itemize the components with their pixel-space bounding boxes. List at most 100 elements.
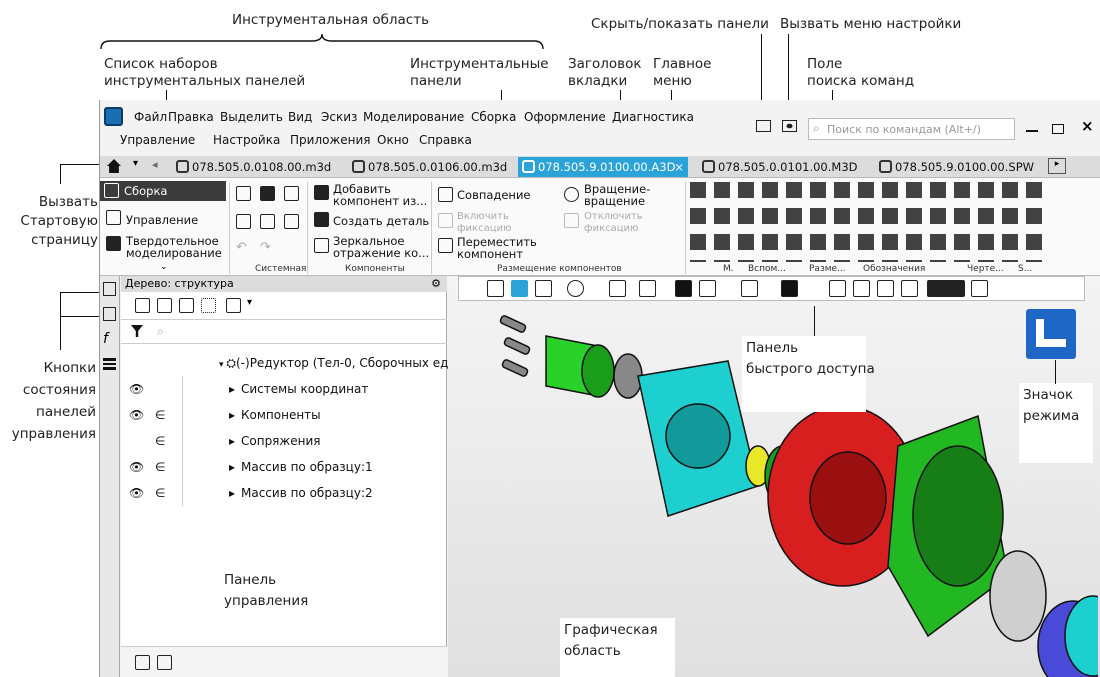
qat-icon[interactable] [699, 280, 716, 297]
rotation-button[interactable]: Вращение- вращение [584, 183, 650, 207]
expand-icon[interactable]: ▸ [229, 402, 235, 428]
close-button[interactable]: × [1081, 117, 1094, 135]
menu-manage[interactable]: Управление [120, 133, 195, 147]
save-icon[interactable] [284, 186, 299, 201]
tree-item[interactable]: 👁 ∈ ▸ Массив по образцу:1 [121, 454, 447, 480]
properties-tab-icon[interactable] [157, 655, 172, 670]
qat-icon[interactable] [639, 280, 656, 297]
ribbon-set-manage[interactable]: Управление [126, 214, 198, 226]
tree-tab-icon[interactable] [135, 655, 150, 670]
qat-icon[interactable] [971, 280, 988, 297]
mirror-component-icon[interactable] [314, 238, 329, 253]
tree-view-icon[interactable] [135, 298, 150, 313]
tab-document[interactable]: 078.505.0.0108.00.m3d [172, 157, 331, 177]
menu-diagnostics[interactable]: Диагностика [612, 110, 694, 124]
structure-view-icon[interactable] [157, 298, 172, 313]
menu-view[interactable]: Вид [288, 110, 312, 124]
tree-settings-icon[interactable]: ⚙ [431, 276, 441, 292]
menu-settings[interactable]: Настройка [213, 133, 280, 147]
tab-document-active[interactable]: 078.505.9.0100.00.A3D × [518, 157, 688, 177]
print-icon[interactable] [236, 214, 251, 229]
qat-icon[interactable] [741, 280, 758, 297]
visibility-icon[interactable]: 👁 [129, 402, 144, 428]
component-view-icon[interactable] [179, 298, 194, 313]
create-part-icon[interactable] [314, 212, 329, 227]
hide-show-panels-icon[interactable] [756, 120, 771, 132]
save-as-icon[interactable] [284, 214, 299, 229]
menu-edit[interactable]: Правка [168, 110, 214, 124]
search-input[interactable]: ⌕ Поиск по командам (Alt+/) [808, 118, 1015, 140]
redo-icon[interactable]: ↷ [260, 240, 271, 255]
minimize-button[interactable] [1026, 130, 1038, 132]
ribbon-set-assembly[interactable]: Сборка [100, 181, 226, 201]
qat-icon[interactable] [609, 280, 626, 297]
new-document-icon[interactable] [236, 186, 251, 201]
tree-root[interactable]: ▾ ⛭(-)Редуктор (Тел-0, Сборочных едини [121, 350, 472, 376]
tab-close-icon[interactable]: × [674, 157, 684, 177]
tree-state-icon[interactable] [103, 282, 116, 296]
expand-icon[interactable]: ▸ [229, 454, 235, 480]
filter-icon[interactable] [927, 280, 965, 297]
expand-icon[interactable]: ▸ [229, 428, 235, 454]
add-component-icon[interactable] [314, 185, 329, 200]
filter-view-icon[interactable] [226, 298, 241, 313]
tree-item[interactable]: 👁 ∈ ▸ Массив по образцу:2 [121, 480, 447, 506]
create-part-button[interactable]: Создать деталь [333, 215, 429, 227]
tab-document[interactable]: 078.505.9.0100.00.SPW [875, 157, 1035, 177]
qat-icon[interactable] [877, 280, 894, 297]
maximize-button[interactable] [1052, 124, 1064, 134]
tree-search-icon[interactable]: ⌕ [157, 324, 164, 339]
include-icon[interactable]: ∈ [155, 428, 165, 454]
open-folder-icon[interactable] [260, 186, 275, 201]
qat-icon[interactable] [511, 280, 528, 297]
display-mode-icon[interactable] [781, 280, 798, 297]
menu-apps[interactable]: Приложения [290, 133, 371, 147]
variables-state-icon[interactable]: f [103, 331, 108, 347]
sets-expand-icon[interactable]: ⌄ [160, 262, 168, 272]
properties-state-icon[interactable] [103, 307, 116, 321]
qat-icon[interactable] [535, 280, 552, 297]
disable-fix-button[interactable]: Отключить фиксацию [584, 211, 643, 235]
tab-document[interactable]: 078.505.0.0106.00.m3d [348, 157, 507, 177]
tabs-scroll-right-icon[interactable]: ▸ [1048, 158, 1066, 174]
move-component-icon[interactable] [438, 238, 453, 253]
menu-state-icon[interactable] [103, 358, 116, 370]
undo-icon[interactable]: ↶ [236, 240, 247, 255]
expand-icon[interactable]: ▸ [229, 480, 235, 506]
menu-drafting[interactable]: Оформление [524, 110, 606, 124]
menu-file[interactable]: Файл [134, 110, 167, 124]
include-icon[interactable]: ∈ [155, 480, 165, 506]
tree-item[interactable]: 👁 ▸ Системы координат [121, 376, 447, 402]
expand-icon[interactable]: ▸ [229, 376, 235, 402]
visibility-icon[interactable]: 👁 [129, 480, 144, 506]
tabs-scroll-left-icon[interactable]: ◂ [152, 158, 158, 171]
menu-help[interactable]: Справка [419, 133, 472, 147]
ribbon-set-solid-modeling[interactable]: Твердотельное моделирование [126, 235, 222, 259]
coincidence-button[interactable]: Совпадение [457, 189, 531, 201]
rotation-icon[interactable] [564, 187, 579, 202]
menu-select[interactable]: Выделить [220, 110, 283, 124]
mirror-component-button[interactable]: Зеркальное отражение ко... [333, 235, 429, 259]
view-orientation-icon[interactable] [675, 280, 692, 297]
visibility-icon[interactable]: 👁 [129, 376, 144, 402]
visibility-icon[interactable]: 👁 [129, 454, 144, 480]
enable-fix-button[interactable]: Включить фиксацию [457, 211, 511, 235]
move-component-button[interactable]: Переместить компонент [457, 236, 537, 260]
filter-icon[interactable] [131, 325, 143, 337]
grid-view-icon[interactable] [201, 298, 216, 313]
tree-item[interactable]: 👁 ∈ ▸ Компоненты [121, 402, 447, 428]
coincidence-icon[interactable] [438, 187, 453, 202]
tab-document[interactable]: 078.505.0.0101.00.M3D [698, 157, 858, 177]
menu-modeling[interactable]: Моделирование [363, 110, 464, 124]
tabs-dropdown-icon[interactable]: ▾ [133, 158, 138, 169]
qat-icon[interactable] [901, 280, 918, 297]
home-icon[interactable] [107, 159, 121, 173]
preview-icon[interactable] [260, 214, 275, 229]
tree-item[interactable]: ∈ ▸ Сопряжения [121, 428, 447, 454]
menu-window[interactable]: Окно [377, 133, 409, 147]
settings-menu-icon[interactable] [782, 120, 797, 132]
qat-icon[interactable] [853, 280, 870, 297]
include-icon[interactable]: ∈ [155, 454, 165, 480]
zoom-icon[interactable] [567, 280, 584, 297]
tree-toolbar-dropdown-icon[interactable]: ▾ [247, 297, 252, 308]
